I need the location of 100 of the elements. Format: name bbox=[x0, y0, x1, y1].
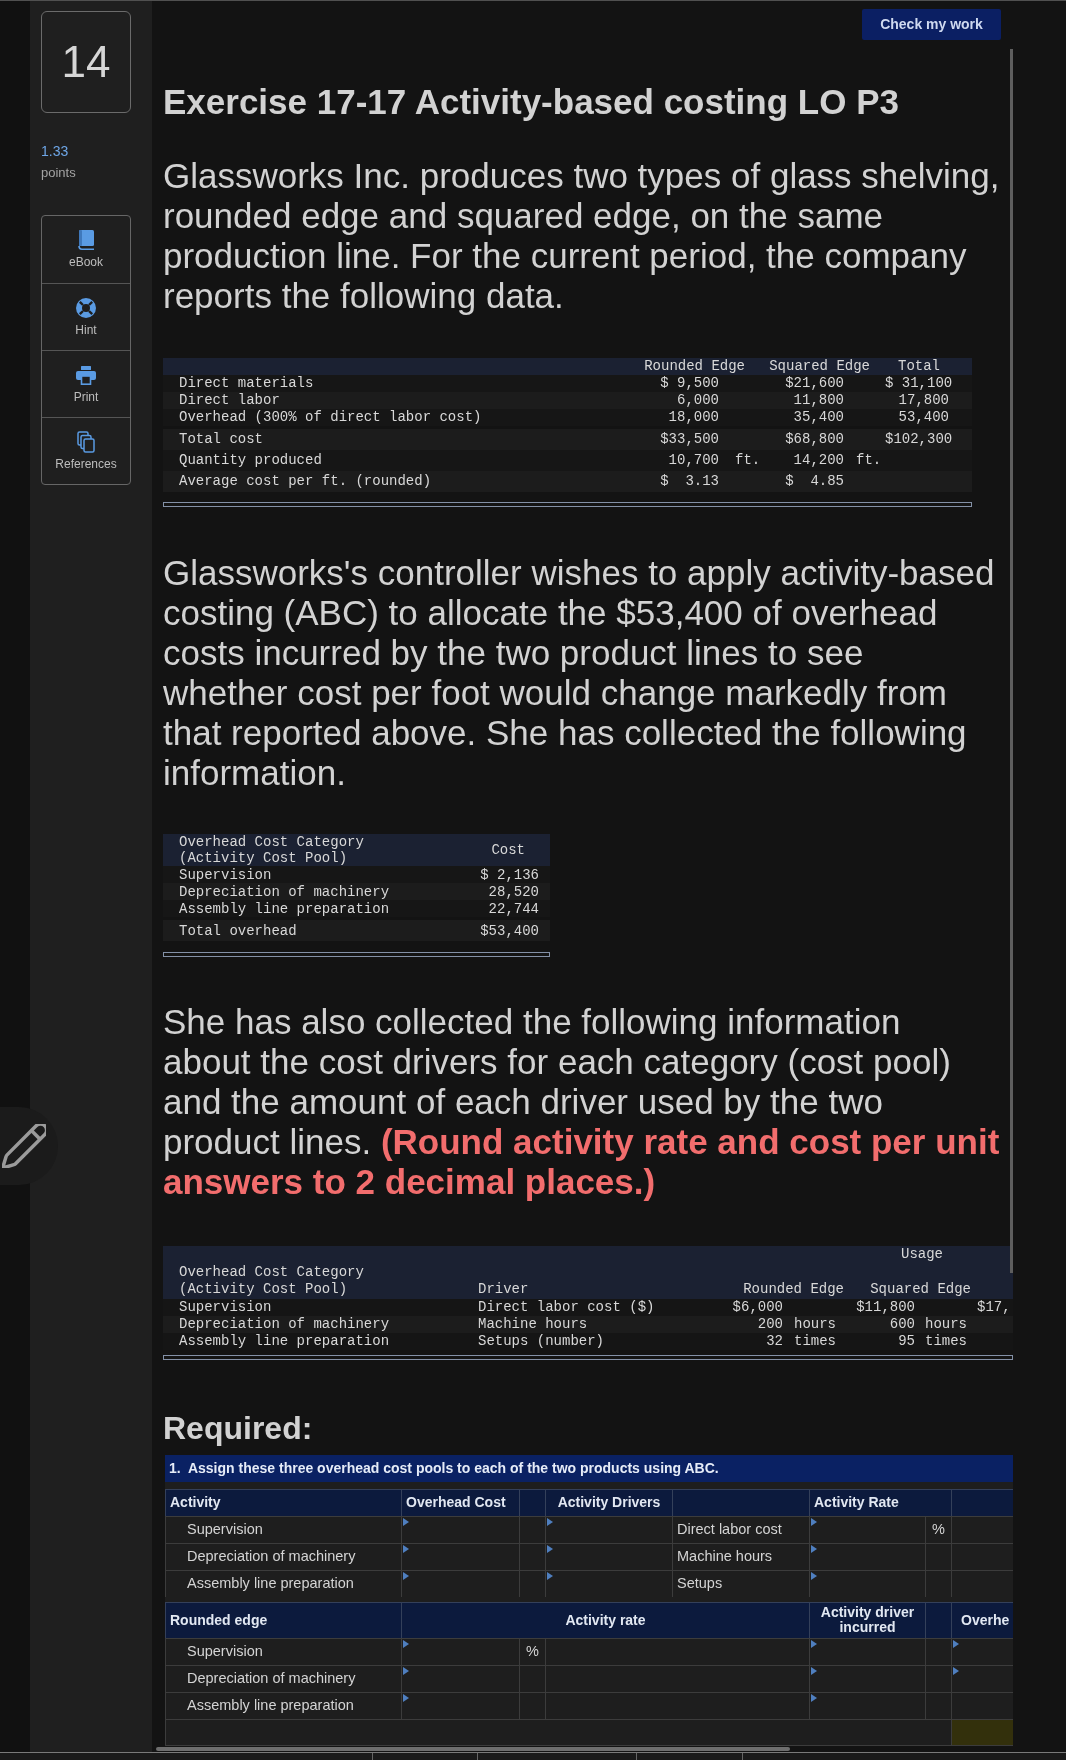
references-button[interactable]: References bbox=[42, 417, 130, 484]
answer-field[interactable] bbox=[951, 1637, 1013, 1665]
column-header: Squared Edge bbox=[768, 358, 871, 375]
instruction-banner: 1. Assign these three overhead cost pools to each of the two products using ABC. bbox=[165, 1454, 1013, 1482]
column-header: Usage bbox=[900, 1246, 944, 1264]
column-header: Overhe bbox=[951, 1601, 1013, 1638]
answer-field[interactable] bbox=[401, 1637, 519, 1665]
cost-value: 11,800 bbox=[793, 392, 844, 408]
answer-field[interactable] bbox=[809, 1569, 925, 1597]
cost-value: $33,500 bbox=[660, 431, 719, 447]
vertical-scrollbar[interactable] bbox=[1010, 49, 1013, 1273]
cost-value: 17,800 bbox=[898, 392, 949, 408]
usage-value: $6,000 bbox=[732, 1298, 783, 1315]
column-header: Rounded Edge bbox=[742, 1281, 844, 1299]
book-icon bbox=[77, 230, 95, 250]
table-cell bbox=[925, 1691, 951, 1719]
answer-field[interactable] bbox=[401, 1664, 519, 1692]
answer-field[interactable] bbox=[401, 1542, 519, 1570]
triangle-icon bbox=[547, 1544, 553, 1553]
row-label: Overhead (300% of direct labor cost) bbox=[178, 409, 483, 426]
intro-paragraph: Glassworks Inc. produces two types of glass shelving, rounded edge and squared edge, on the same production line. For the current period, the company reports the following data. bbox=[163, 156, 1001, 316]
cost-value: 35,400 bbox=[793, 409, 844, 425]
printer-icon bbox=[76, 365, 96, 385]
triangle-icon bbox=[811, 1639, 817, 1648]
table-cell bbox=[519, 1691, 545, 1719]
answer-field[interactable] bbox=[545, 1569, 672, 1597]
triangle-icon bbox=[953, 1639, 959, 1648]
triangle-icon bbox=[403, 1693, 409, 1702]
triangle-icon bbox=[811, 1571, 817, 1580]
cost-value: 10,700 bbox=[668, 452, 719, 468]
check-my-work-button[interactable]: Check my work bbox=[862, 9, 1001, 40]
table-cell bbox=[519, 1664, 545, 1692]
column-header: Activity Rate bbox=[809, 1488, 951, 1516]
cost-value: $ 2,136 bbox=[480, 866, 539, 883]
answer-field[interactable] bbox=[809, 1691, 925, 1719]
lifebuoy-icon bbox=[76, 298, 96, 318]
answer-field[interactable] bbox=[809, 1637, 925, 1665]
horizontal-scrollbar[interactable] bbox=[156, 1746, 790, 1751]
row-label: Total overhead bbox=[178, 922, 298, 939]
column-header: Overhead Cost bbox=[401, 1488, 519, 1516]
activity-label: Supervision bbox=[165, 1637, 401, 1665]
column-header: Overhead Cost Category (Activity Cost Pool) bbox=[179, 834, 365, 866]
triangle-icon bbox=[811, 1666, 817, 1675]
triangle-icon bbox=[403, 1639, 409, 1648]
triangle-icon bbox=[811, 1517, 817, 1526]
column-header: Activity bbox=[165, 1488, 401, 1516]
answer-field[interactable] bbox=[951, 1664, 1013, 1692]
triangle-icon bbox=[811, 1544, 817, 1553]
cost-value: $102,300 bbox=[885, 431, 953, 447]
answer-field[interactable] bbox=[809, 1664, 925, 1692]
exercise-title: Exercise 17-17 Activity-based costing LO P3 bbox=[163, 82, 899, 122]
column-header: Rounded edge bbox=[165, 1601, 401, 1638]
copies-icon bbox=[77, 431, 95, 453]
column-header: Driver bbox=[478, 1281, 530, 1299]
cost-value: $ 3.13 bbox=[660, 473, 719, 489]
triangle-icon bbox=[403, 1544, 409, 1553]
horizontal-scrollbar[interactable] bbox=[163, 1354, 1013, 1360]
cost-value: 53,400 bbox=[898, 409, 949, 425]
usage-value: 200 bbox=[757, 1315, 783, 1332]
answer-field[interactable] bbox=[545, 1542, 672, 1570]
driver-label: Setups (number) bbox=[478, 1332, 606, 1350]
driver-label: Direct labor cost ($) bbox=[478, 1298, 656, 1316]
triangle-icon bbox=[547, 1571, 553, 1580]
table-cell bbox=[925, 1569, 951, 1597]
row-label: Total cost bbox=[178, 431, 264, 448]
unit-label: times bbox=[794, 1332, 836, 1349]
activity-label: Depreciation of machinery bbox=[165, 1542, 401, 1570]
row-label: Direct materials bbox=[178, 375, 315, 392]
row-label: Supervision bbox=[178, 1298, 273, 1316]
triangle-icon bbox=[547, 1517, 553, 1526]
answer-field[interactable] bbox=[401, 1515, 519, 1543]
unit-label: hours bbox=[794, 1315, 836, 1332]
column-header: Rounded Edge bbox=[643, 358, 746, 375]
triangle-icon bbox=[953, 1666, 959, 1675]
usage-value: 600 bbox=[889, 1315, 915, 1332]
ebook-button[interactable]: eBook bbox=[42, 216, 130, 283]
hint-button[interactable]: Hint bbox=[42, 283, 130, 350]
cost-value: 22,744 bbox=[488, 900, 539, 917]
answer-field[interactable] bbox=[401, 1569, 519, 1597]
answer-field[interactable] bbox=[545, 1515, 672, 1543]
row-label: Quantity produced bbox=[178, 452, 323, 469]
usage-value: 32 bbox=[766, 1332, 783, 1349]
print-button[interactable]: Print bbox=[42, 350, 130, 417]
row-label: Supervision bbox=[178, 866, 273, 883]
column-header: Activity Drivers bbox=[545, 1488, 672, 1516]
unit-label: times bbox=[925, 1332, 967, 1349]
points-value: 1.33 bbox=[41, 142, 69, 160]
points-label: points bbox=[41, 164, 76, 182]
column-header: Overhead Cost Category (Activity Cost Pool) bbox=[179, 1263, 365, 1299]
horizontal-scrollbar[interactable] bbox=[163, 952, 550, 957]
activity-label: Depreciation of machinery bbox=[165, 1664, 401, 1692]
cost-value: $53,400 bbox=[480, 922, 539, 939]
answer-field[interactable] bbox=[809, 1515, 925, 1543]
row-label: Assembly line preparation bbox=[178, 900, 391, 917]
activity-label: Assembly line preparation bbox=[165, 1691, 401, 1719]
answer-field[interactable] bbox=[809, 1542, 925, 1570]
usage-value: $17, bbox=[977, 1298, 1011, 1315]
answer-field[interactable] bbox=[401, 1691, 519, 1719]
horizontal-scrollbar[interactable] bbox=[163, 502, 972, 507]
unit-label: ft. bbox=[735, 452, 761, 468]
